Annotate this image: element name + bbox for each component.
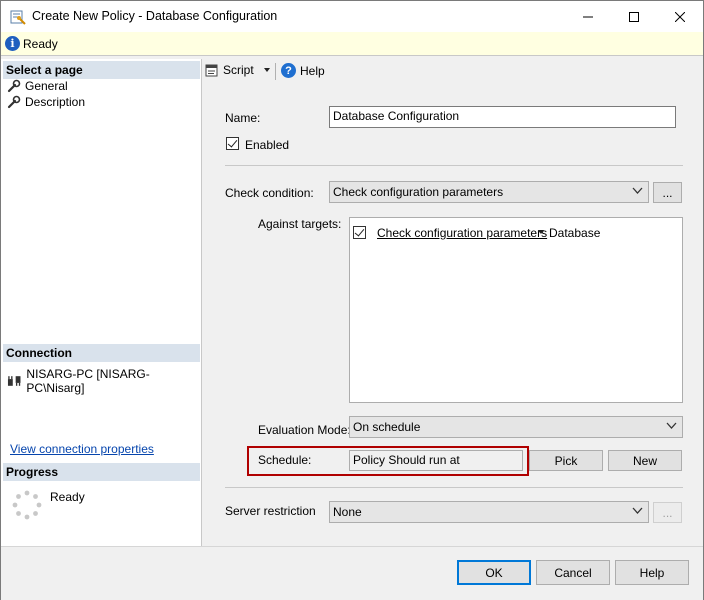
chevron-down-icon — [632, 507, 643, 514]
pick-schedule-button[interactable]: Pick — [529, 450, 603, 471]
separator — [225, 165, 683, 166]
evaluation-mode-value: On schedule — [353, 420, 421, 434]
ok-button[interactable]: OK — [457, 560, 531, 585]
separator — [225, 487, 683, 488]
chevron-down-icon — [666, 422, 677, 429]
connection-name: NISARG-PC [NISARG-PC\Nisarg] — [26, 367, 150, 395]
evaluation-mode-select[interactable]: On schedule — [349, 416, 683, 438]
info-icon: i — [5, 36, 20, 51]
dropdown-arrow-icon[interactable] — [537, 229, 545, 235]
name-input[interactable]: Database Configuration — [329, 106, 676, 128]
enabled-checkbox[interactable] — [226, 137, 239, 150]
dialog-footer: OK Cancel Help — [1, 546, 703, 600]
dropdown-arrow-icon — [263, 68, 270, 72]
policy-app-icon — [10, 9, 26, 25]
maximize-icon — [629, 11, 639, 22]
help-toolbar-button[interactable]: ? Help — [281, 63, 325, 78]
script-label: Script — [223, 63, 254, 77]
enabled-label: Enabled — [245, 138, 290, 152]
target-condition-link[interactable]: Check configuration parameters — [377, 226, 547, 240]
close-icon — [675, 11, 685, 22]
close-button[interactable] — [657, 1, 703, 32]
general-page-content: Name: Database Configuration Enabled Che… — [203, 85, 703, 546]
progress-header: Progress — [3, 463, 200, 481]
connection-plug-icon — [7, 376, 21, 386]
evaluation-mode-label: Evaluation Mode: — [258, 423, 351, 437]
connection-item: NISARG-PC [NISARG-PC\Nisarg] — [7, 367, 201, 395]
name-label: Name: — [225, 111, 261, 125]
new-schedule-button[interactable]: New — [608, 450, 682, 471]
view-connection-properties-link[interactable]: View connection properties — [10, 442, 154, 456]
schedule-input[interactable]: Policy Should run at — [349, 450, 523, 471]
help-button[interactable]: Help — [615, 560, 689, 585]
page-item-label: Description — [25, 95, 86, 109]
toolbar-separator — [275, 63, 276, 80]
minimize-icon — [583, 16, 593, 17]
wrench-icon — [7, 95, 21, 109]
server-restriction-select[interactable]: None — [329, 501, 649, 523]
toolbar: Script ? Help — [203, 59, 703, 85]
help-icon: ? — [281, 63, 296, 78]
targets-list: Check configuration parameters Database — [349, 217, 683, 403]
check-condition-label: Check condition: — [225, 186, 314, 200]
against-targets-label: Against targets: — [258, 217, 342, 231]
check-condition-browse-button[interactable]: ... — [653, 182, 682, 203]
progress-spinner-icon — [11, 489, 43, 524]
target-object: Database — [549, 226, 601, 240]
schedule-label: Schedule: — [258, 453, 312, 467]
page-item-label: General — [25, 79, 68, 93]
status-text: Ready — [23, 37, 58, 51]
page-item-description[interactable]: Description — [7, 95, 85, 109]
server-restriction-browse-button[interactable]: ... — [653, 502, 682, 523]
server-restriction-value: None — [333, 505, 362, 519]
script-icon — [205, 64, 218, 77]
dialog-window: Create New Policy - Database Configurati… — [0, 0, 704, 600]
wrench-icon — [7, 79, 21, 93]
check-condition-value: Check configuration parameters — [333, 185, 504, 199]
page-item-general[interactable]: General — [7, 79, 68, 93]
connection-header: Connection — [3, 344, 200, 362]
maximize-button[interactable] — [611, 1, 657, 32]
window-title: Create New Policy - Database Configurati… — [32, 9, 278, 23]
minimize-button[interactable] — [565, 1, 611, 32]
help-toolbar-label: Help — [300, 63, 325, 78]
check-condition-select[interactable]: Check configuration parameters — [329, 181, 649, 203]
left-pane: Select a page General Description Connec… — [1, 59, 202, 546]
progress-status: Ready — [50, 490, 85, 504]
target-checkbox[interactable] — [353, 226, 366, 239]
select-page-header: Select a page — [3, 61, 200, 79]
status-bar: i Ready — [1, 32, 703, 56]
chevron-down-icon — [632, 187, 643, 194]
cancel-button[interactable]: Cancel — [536, 560, 610, 585]
server-restriction-label: Server restriction — [225, 504, 316, 518]
script-button[interactable]: Script — [205, 63, 272, 77]
title-bar: Create New Policy - Database Configurati… — [1, 1, 703, 32]
